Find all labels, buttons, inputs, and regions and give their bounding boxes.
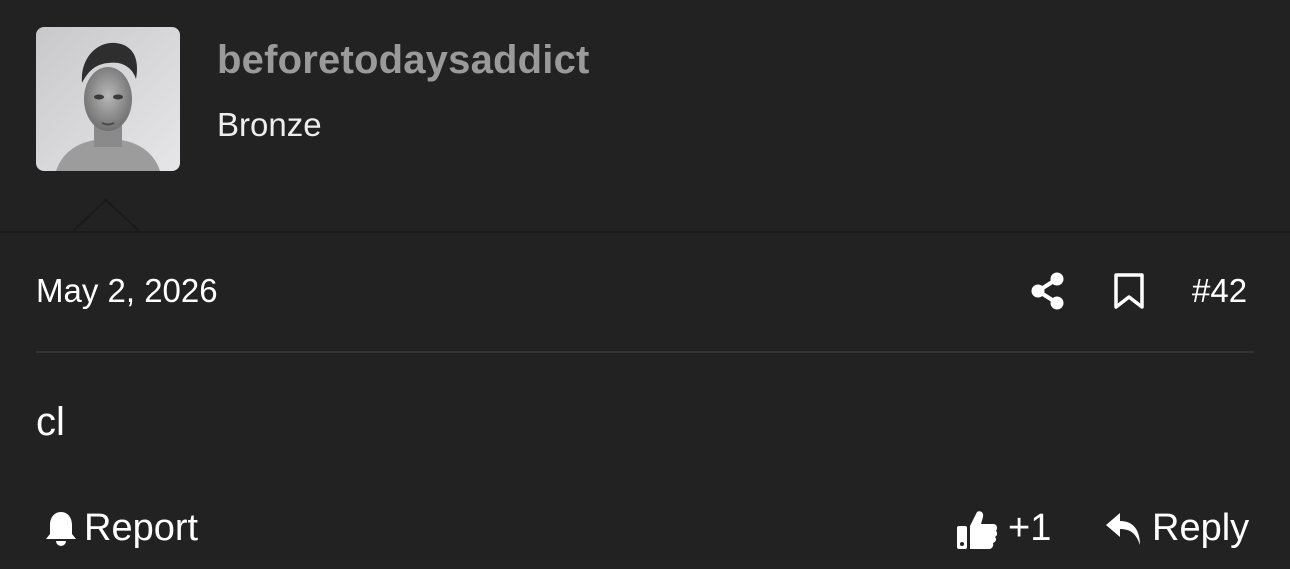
avatar[interactable] bbox=[36, 27, 180, 171]
bookmark-icon[interactable] bbox=[1113, 272, 1145, 310]
user-rank-title: Bronze bbox=[217, 106, 322, 143]
post-number-link[interactable]: #42 bbox=[1192, 272, 1247, 310]
post-divider bbox=[36, 351, 1254, 353]
share-icon[interactable] bbox=[1030, 272, 1066, 310]
reply-arrow-icon bbox=[1104, 511, 1144, 547]
post-user-header: beforetodaysaddict Bronze bbox=[0, 0, 1290, 233]
bell-icon bbox=[44, 510, 78, 548]
report-label: Report bbox=[84, 507, 199, 549]
reply-button[interactable]: Reply bbox=[1104, 507, 1249, 550]
username[interactable]: beforetodaysaddict bbox=[217, 38, 590, 83]
post-body-text: cl bbox=[36, 400, 65, 444]
avatar-photo-icon bbox=[36, 27, 180, 171]
like-count: +1 bbox=[1008, 507, 1052, 549]
reply-label: Reply bbox=[1152, 507, 1250, 549]
thumbs-up-icon bbox=[956, 508, 998, 550]
post-date[interactable]: May 2, 2026 bbox=[36, 272, 218, 310]
like-button[interactable]: +1 bbox=[956, 507, 1051, 550]
report-button[interactable]: Report bbox=[44, 507, 198, 550]
